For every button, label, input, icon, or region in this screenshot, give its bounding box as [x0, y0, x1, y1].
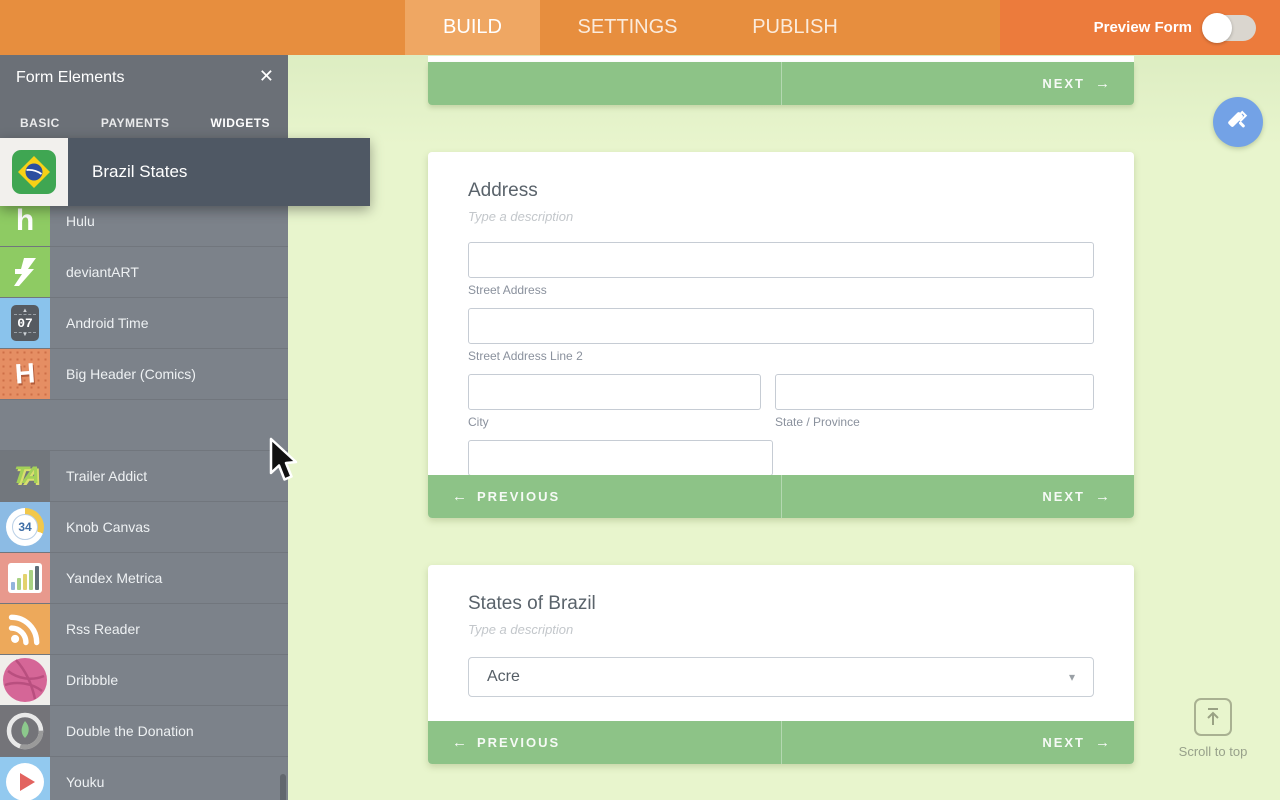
widget-item-rss-reader[interactable]: Rss Reader — [0, 604, 288, 655]
form-designer-button[interactable] — [1213, 97, 1263, 147]
next-button[interactable]: NEXT → — [781, 62, 1135, 105]
big-header-icon: H — [0, 349, 50, 399]
widget-item-yandex-metrica[interactable]: Yandex Metrica — [0, 553, 288, 604]
tab-publish[interactable]: PUBLISH — [715, 0, 875, 55]
arrow-up-to-line-icon — [1204, 707, 1222, 727]
deviantart-icon — [0, 247, 50, 297]
youku-icon — [0, 757, 50, 800]
brazil-states-select[interactable]: Acre ▾ — [468, 657, 1094, 697]
scroll-to-top-label: Scroll to top — [1179, 744, 1248, 759]
scroll-to-top-button[interactable]: Scroll to top — [1168, 698, 1258, 759]
street-address-input[interactable] — [468, 242, 1094, 278]
tab-widgets[interactable]: WIDGETS — [211, 116, 271, 130]
widget-label: Knob Canvas — [50, 502, 150, 552]
page1-footer-left — [428, 62, 781, 105]
street-address-sublabel: Street Address — [468, 283, 1094, 297]
panel-title: Form Elements — [16, 69, 124, 87]
widget-label: Android Time — [50, 298, 148, 348]
panel-header: Form Elements ✕ — [0, 55, 288, 100]
widget-item-knob-canvas[interactable]: 34 Knob Canvas — [0, 502, 288, 553]
widget-item-double-the-donation[interactable]: Double the Donation — [0, 706, 288, 757]
address-question-card[interactable]: Address Type a description Street Addres… — [428, 152, 1134, 518]
toggle-knob — [1202, 13, 1232, 43]
preview-form-toggle[interactable] — [1204, 15, 1256, 41]
tab-basic[interactable]: BASIC — [20, 116, 60, 130]
arrow-left-icon: ← — [452, 488, 467, 505]
arrow-right-icon: → — [1095, 75, 1110, 92]
question-description[interactable]: Type a description — [468, 209, 1094, 224]
widget-label: deviantART — [50, 247, 139, 297]
knob-canvas-icon: 34 — [0, 502, 50, 552]
widget-item-big-header[interactable]: H Big Header (Comics) — [0, 349, 288, 400]
widget-item-youku[interactable]: Youku — [0, 757, 288, 800]
page-top-navigation: NEXT → — [428, 62, 1134, 105]
widget-item-brazil-states[interactable]: Brazil States — [0, 138, 370, 206]
chevron-down-icon: ▾ — [1069, 670, 1075, 684]
previous-button[interactable]: ← PREVIOUS — [428, 721, 781, 764]
selected-value: Acre — [487, 668, 1069, 686]
sidebar-scrollbar[interactable] — [280, 774, 286, 800]
preview-form-control: Preview Form — [1094, 0, 1256, 55]
rss-icon — [0, 604, 50, 654]
preview-form-label: Preview Form — [1094, 19, 1192, 36]
arrow-right-icon: → — [1095, 488, 1110, 505]
widget-item-dribbble[interactable]: Dribbble — [0, 655, 288, 706]
widget-label: Rss Reader — [50, 604, 140, 654]
form-elements-panel: Form Elements ✕ BASIC PAYMENTS WIDGETS h… — [0, 55, 288, 800]
next-button[interactable]: NEXT → — [781, 475, 1135, 518]
widget-item-android-time[interactable]: ▲ 07 ▼ Android Time — [0, 298, 288, 349]
arrow-right-icon: → — [1095, 734, 1110, 751]
state-sublabel: State / Province — [775, 415, 1094, 429]
android-time-icon: ▲ 07 ▼ — [0, 298, 50, 348]
question-description[interactable]: Type a description — [468, 622, 1094, 637]
next-button[interactable]: NEXT → — [781, 721, 1135, 764]
state-input[interactable] — [775, 374, 1094, 410]
street-address2-input[interactable] — [468, 308, 1094, 344]
form-canvas: NEXT → Address Type a description Street… — [288, 55, 1280, 800]
widget-label: Big Header (Comics) — [50, 349, 196, 399]
widget-item-deviantart[interactable]: deviantART — [0, 247, 288, 298]
yandex-metrica-icon — [0, 553, 50, 603]
street-address2-sublabel: Street Address Line 2 — [468, 349, 1094, 363]
page-navigation: ← PREVIOUS NEXT → — [428, 721, 1134, 764]
brazil-flag-icon — [0, 138, 68, 206]
widget-label: Trailer Addict — [50, 451, 147, 501]
widget-label: Dribbble — [50, 655, 118, 705]
paint-roller-icon — [1225, 109, 1251, 135]
dribbble-icon — [0, 655, 50, 705]
brazil-states-question-card[interactable]: States of Brazil Type a description Acre… — [428, 565, 1134, 764]
question-title[interactable]: Address — [468, 180, 1094, 202]
tab-payments[interactable]: PAYMENTS — [101, 116, 170, 130]
widget-list: h Hulu deviantART ▲ 07 ▼ Android Time H — [0, 196, 288, 800]
question-title[interactable]: States of Brazil — [468, 593, 1094, 615]
widget-label: Yandex Metrica — [50, 553, 162, 603]
city-sublabel: City — [468, 415, 761, 429]
widget-label: Youku — [50, 757, 104, 800]
page-navigation: ← PREVIOUS NEXT → — [428, 475, 1134, 518]
tab-build[interactable]: BUILD — [405, 0, 540, 55]
double-the-donation-icon — [0, 706, 50, 756]
city-input[interactable] — [468, 374, 761, 410]
widget-item-brazil-states-slot — [0, 400, 288, 451]
trailer-addict-icon: TA — [0, 451, 50, 501]
widget-label: Double the Donation — [50, 706, 194, 756]
postal-input[interactable] — [468, 440, 773, 476]
widget-label: Brazil States — [68, 138, 187, 206]
tab-settings[interactable]: SETTINGS — [540, 0, 715, 55]
previous-button[interactable]: ← PREVIOUS — [428, 475, 781, 518]
close-icon[interactable]: ✕ — [259, 67, 274, 85]
nav-tabs: BUILD SETTINGS PUBLISH — [405, 0, 875, 55]
top-navbar: BUILD SETTINGS PUBLISH Preview Form — [0, 0, 1280, 55]
widget-item-trailer-addict[interactable]: TA Trailer Addict — [0, 451, 288, 502]
arrow-left-icon: ← — [452, 734, 467, 751]
